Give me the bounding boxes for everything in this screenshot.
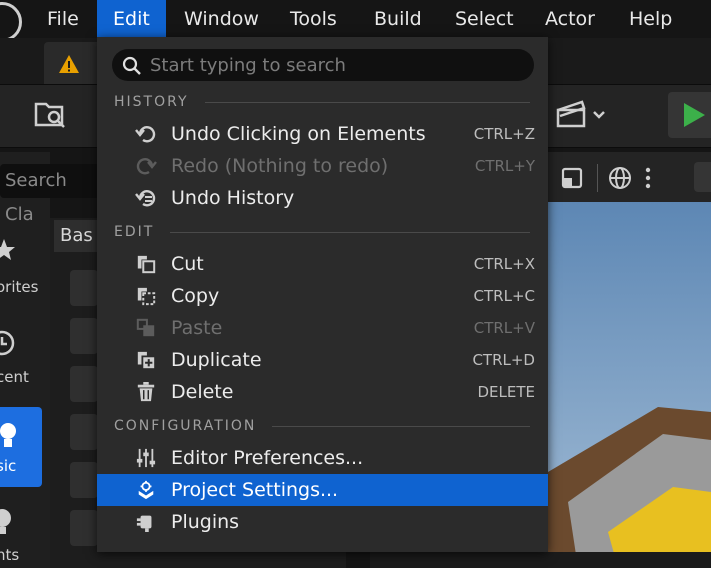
globe-icon[interactable] (608, 166, 632, 190)
menu-item-delete[interactable]: Delete DELETE (97, 376, 548, 408)
menu-edit[interactable]: Edit (97, 0, 166, 38)
section-configuration: CONFIGURATION (114, 416, 530, 436)
more-options-icon[interactable] (644, 166, 652, 190)
place-actor-item[interactable] (70, 270, 98, 306)
menu-item-undo[interactable]: Undo Clicking on Elements CTRL+Z (97, 118, 548, 150)
viewport-toolbar (548, 152, 711, 202)
duplicate-icon (137, 351, 155, 369)
clock-icon (0, 330, 15, 356)
category-favorites[interactable]: orites (0, 238, 50, 298)
menu-item-redo[interactable]: Redo (Nothing to redo) CTRL+Y (97, 150, 548, 182)
menu-item-editor-preferences[interactable]: Editor Preferences... (97, 442, 548, 474)
play-icon (684, 103, 705, 127)
category-lights[interactable]: hts (0, 508, 50, 568)
place-actor-item[interactable] (70, 318, 98, 354)
menu-item-undo-history[interactable]: Undo History (97, 182, 548, 214)
undo-history-icon (135, 190, 156, 207)
play-button[interactable] (668, 92, 711, 138)
menu-item-plugins[interactable]: Plugins (97, 506, 548, 538)
outliner-panel (370, 552, 711, 568)
category-recent[interactable]: cent (0, 328, 50, 388)
lightbulb-shapes-icon (0, 423, 16, 447)
star-icon (0, 239, 15, 260)
warning-icon (59, 55, 79, 73)
section-edit: EDIT (114, 222, 530, 242)
undo-icon (135, 126, 156, 143)
place-actor-item[interactable] (70, 366, 98, 402)
viewport-transform-button[interactable] (694, 162, 711, 192)
paste-icon (136, 318, 155, 337)
menu-actor[interactable]: Actor (545, 0, 595, 38)
menu-item-project-settings[interactable]: Project Settings... (97, 474, 548, 506)
trash-icon (137, 382, 155, 402)
menu-tools[interactable]: Tools (290, 0, 337, 38)
category-basic[interactable]: sic (0, 407, 42, 487)
basic-tab-header[interactable]: Bas (54, 220, 100, 252)
cut-icon (137, 255, 156, 274)
toolbar-divider (597, 164, 598, 192)
sliders-icon (136, 448, 156, 468)
plug-icon (136, 515, 152, 532)
menu-window[interactable]: Window (184, 0, 259, 38)
copy-icon (137, 287, 156, 306)
menu-item-paste[interactable]: Paste CTRL+V (97, 312, 548, 344)
menu-item-copy[interactable]: Copy CTRL+C (97, 280, 548, 312)
lightbulb-icon (0, 509, 11, 534)
menu-help[interactable]: Help (629, 0, 672, 38)
menu-item-duplicate[interactable]: Duplicate CTRL+D (97, 344, 548, 376)
redo-icon (136, 158, 157, 175)
project-settings-icon (138, 480, 154, 500)
class-search-input[interactable]: Search Cla (0, 164, 100, 225)
place-actor-item[interactable] (70, 414, 98, 450)
viewport-scene-image (548, 407, 711, 568)
cinematics-icon[interactable] (556, 98, 612, 132)
place-actor-item[interactable] (70, 462, 98, 498)
browse-content-icon[interactable] (34, 98, 68, 130)
menu-file[interactable]: File (47, 0, 79, 38)
menu-item-cut[interactable]: Cut CTRL+X (97, 248, 548, 280)
section-history: HISTORY (114, 92, 530, 112)
menu-select[interactable]: Select (455, 0, 514, 38)
search-icon (122, 56, 141, 75)
chevron-down-icon (593, 111, 605, 119)
place-actor-item[interactable] (70, 510, 98, 546)
menu-search-input[interactable] (150, 49, 520, 81)
viewport-size-icon[interactable] (560, 166, 584, 190)
level-viewport[interactable] (548, 202, 711, 568)
menu-build[interactable]: Build (374, 0, 422, 38)
menu-search-box[interactable] (112, 49, 534, 81)
